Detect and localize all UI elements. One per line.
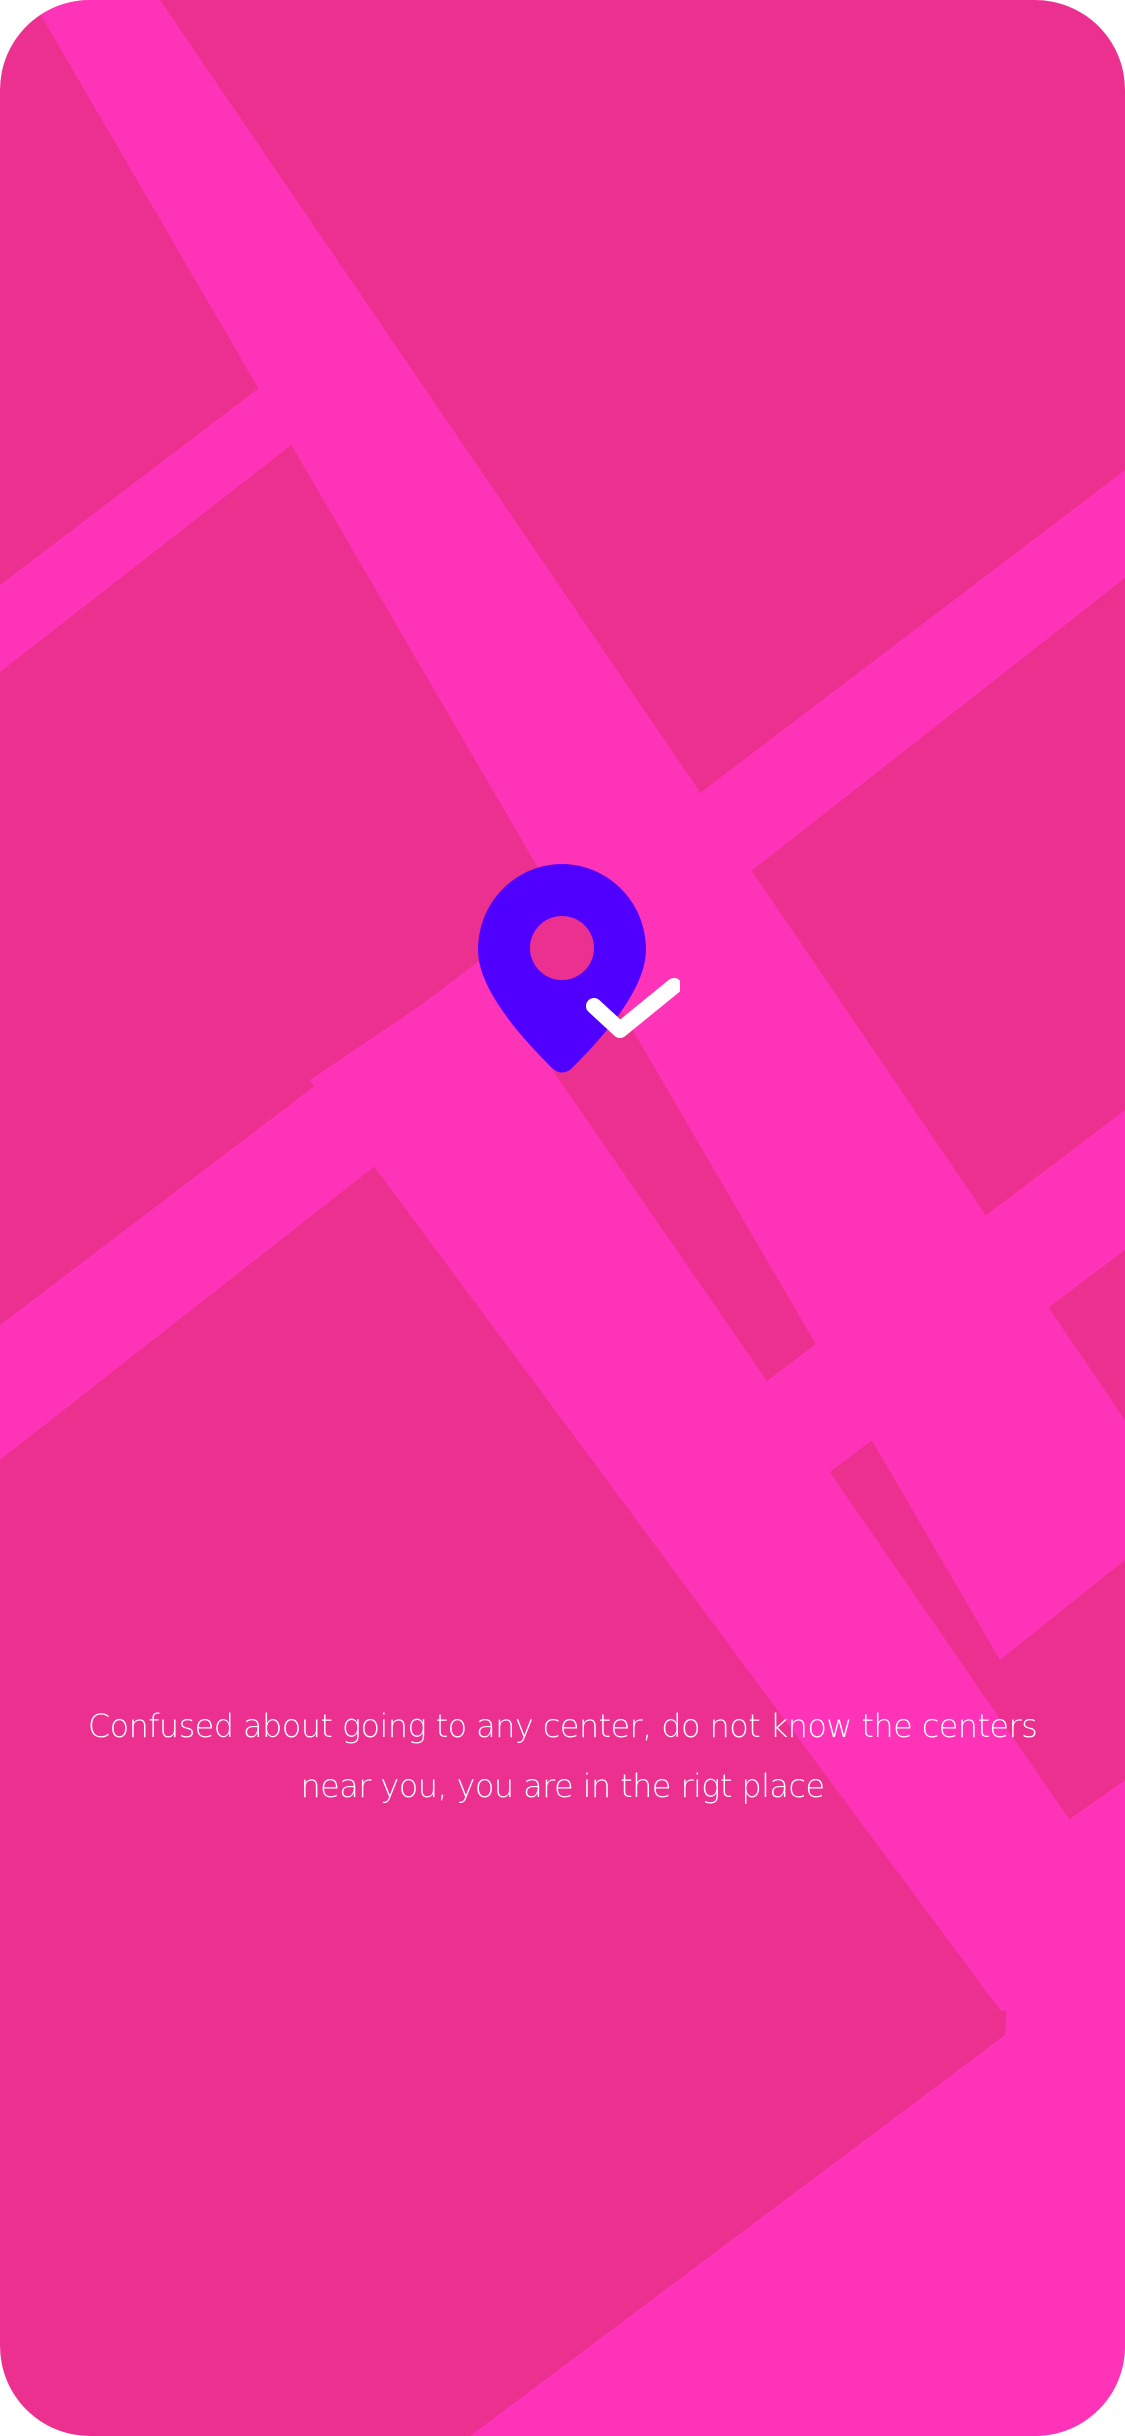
onboarding-description: Confused about going to any center, do n… xyxy=(87,1707,1038,1805)
pin-hole xyxy=(530,916,594,980)
location-pin-check-icon xyxy=(478,864,680,1073)
map-background xyxy=(0,0,1125,2436)
onboarding-screen: Confused about going to any center, do n… xyxy=(0,0,1125,2436)
